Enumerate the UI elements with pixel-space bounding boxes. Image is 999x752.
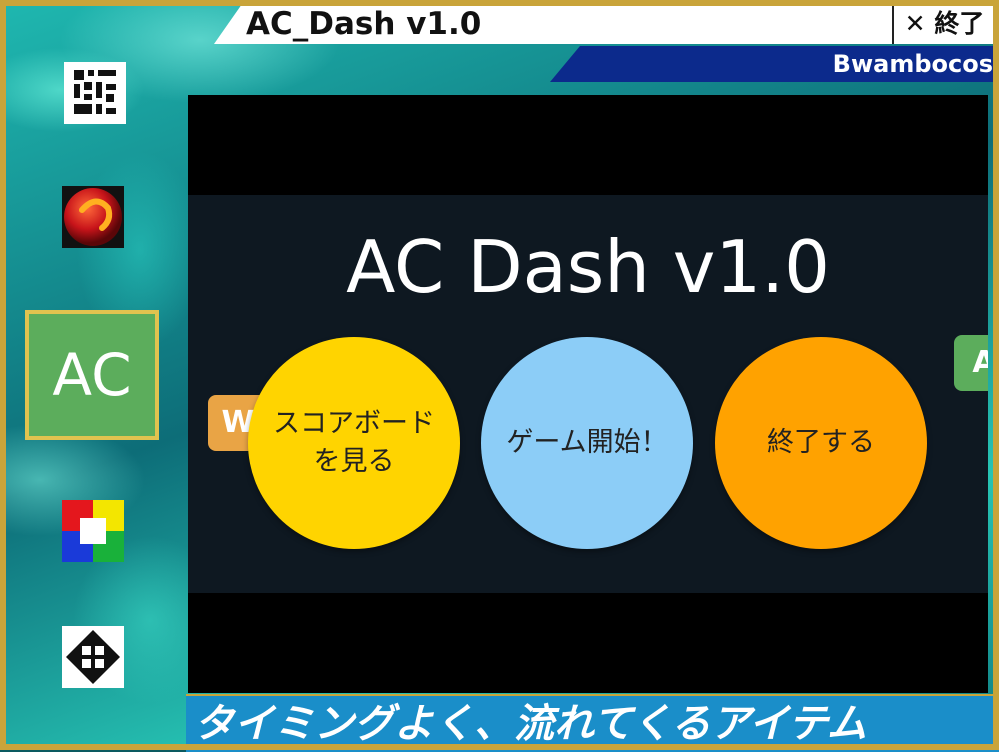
quit-game-button-label: 終了する <box>767 427 875 458</box>
right-side-card: A <box>954 335 988 391</box>
red-ball-app-icon[interactable] <box>62 186 124 248</box>
color-tiles-icon <box>62 500 124 562</box>
start-game-button-label: ゲーム開始！ <box>506 427 668 458</box>
ac-dash-app-label: AC <box>52 341 132 409</box>
game-panel: AC Dash v1.0 W A スコアボードを見る ゲーム開始！ 終了する <box>188 195 988 593</box>
quit-game-button[interactable]: 終了する <box>715 337 927 549</box>
diamond-pattern-icon <box>66 630 120 684</box>
pattern-app-icon[interactable] <box>62 626 124 688</box>
red-ball-icon <box>64 188 122 246</box>
right-side-card-label: A <box>972 345 988 380</box>
qr-app-icon[interactable] <box>64 62 126 124</box>
scoreboard-button-label: スコアボードを見る <box>273 408 435 477</box>
description-ticker: タイミングよく、流れてくるアイテム <box>186 694 999 752</box>
close-button[interactable]: ✕ 終了 <box>892 4 995 44</box>
window-title: AC_Dash v1.0 <box>246 6 482 42</box>
ac-dash-app-icon[interactable]: AC <box>25 310 159 440</box>
scoreboard-button[interactable]: スコアボードを見る <box>248 337 460 549</box>
ticker-text: タイミングよく、流れてくるアイテム <box>194 701 867 747</box>
app-screen: AC Dash v1.0 W A スコアボードを見る ゲーム開始！ 終了する <box>188 95 988 693</box>
user-name: Bwambocos <box>832 50 993 78</box>
color-tiles-app-icon[interactable] <box>62 500 124 562</box>
game-title: AC Dash v1.0 <box>346 225 830 309</box>
qr-glyph-icon <box>70 68 120 118</box>
start-game-button[interactable]: ゲーム開始！ <box>481 337 693 549</box>
